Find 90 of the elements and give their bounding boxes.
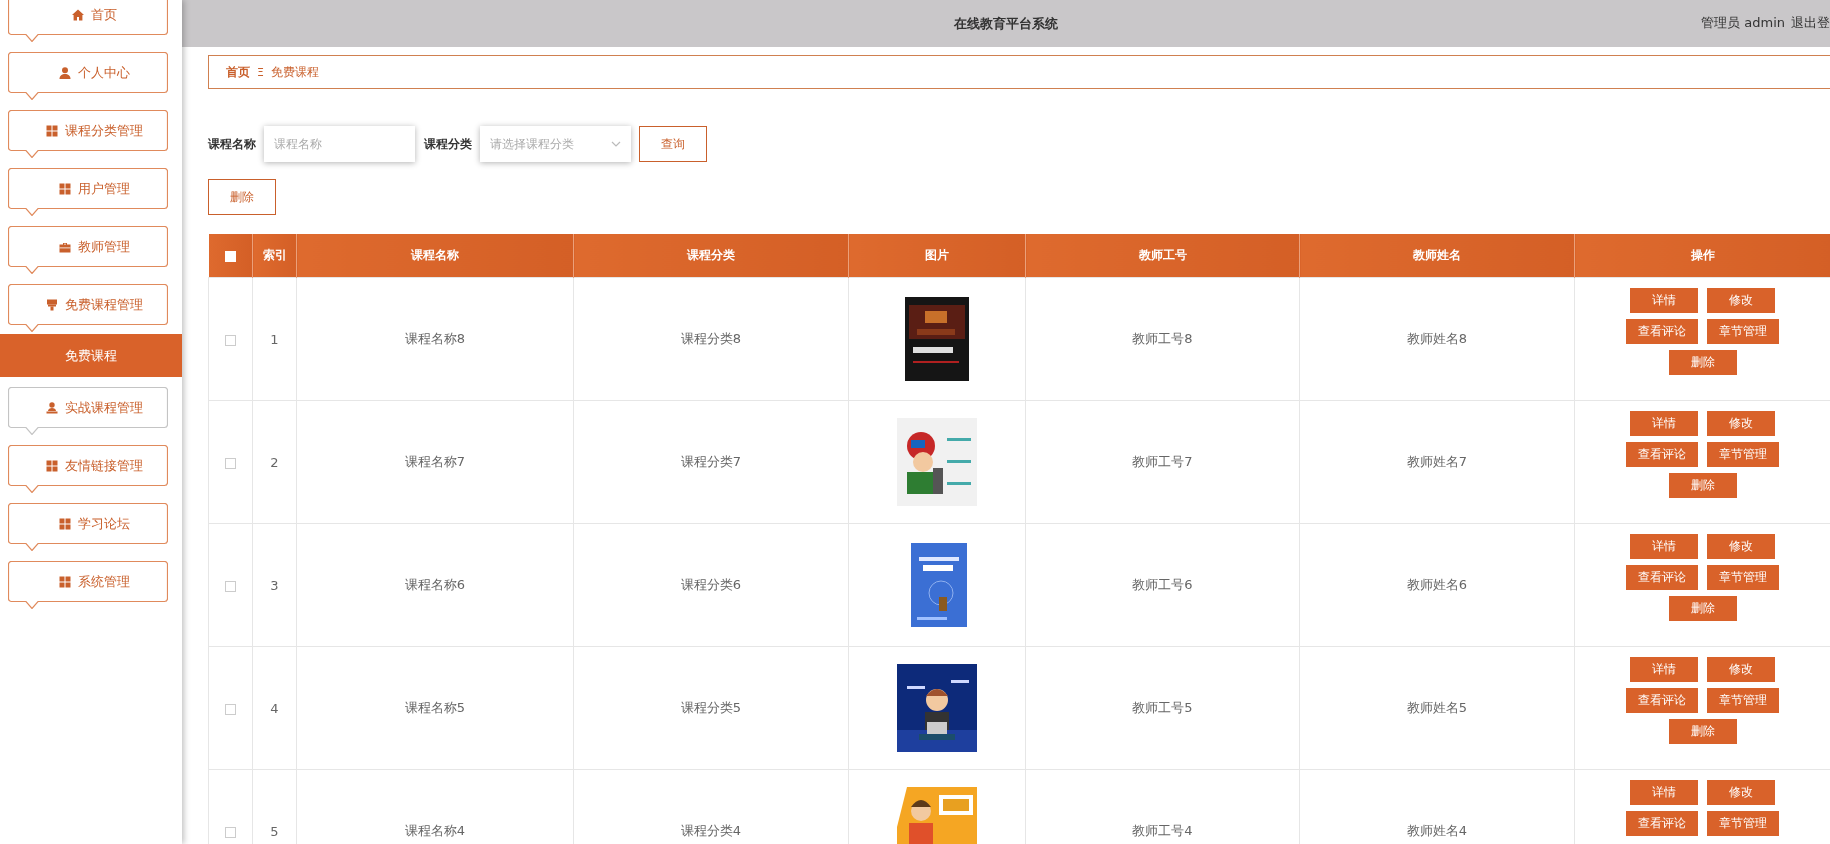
action-button[interactable]: 详情: [1630, 411, 1698, 436]
table-cell: 教师姓名8: [1299, 277, 1575, 401]
action-button[interactable]: 章节管理: [1707, 319, 1779, 344]
sidebar-item[interactable]: 课程分类管理: [8, 110, 168, 158]
column-header: 教师姓名: [1299, 234, 1575, 278]
action-button[interactable]: 详情: [1630, 657, 1698, 682]
stamp-icon: [45, 298, 58, 311]
action-button[interactable]: 查看评论: [1626, 319, 1698, 344]
table-cell: 教师工号7: [1025, 400, 1300, 524]
table-cell: 1: [252, 277, 297, 401]
action-button[interactable]: 修改: [1707, 534, 1775, 559]
action-button[interactable]: 删除: [1668, 719, 1737, 744]
table-cell: 教师工号8: [1025, 277, 1300, 401]
chevron-icon: [611, 141, 621, 147]
window-title: 在线教育平台系统: [954, 14, 1058, 33]
table-cell: 课程名称8: [296, 277, 574, 401]
column-header: 课程名称: [296, 234, 574, 278]
home-icon: [71, 8, 84, 21]
column-header: 课程分类: [573, 234, 849, 278]
field-label: 课程分类: [424, 135, 472, 153]
sidebar-item[interactable]: 个人中心: [8, 52, 168, 100]
action-button[interactable]: 详情: [1630, 780, 1698, 805]
column-header: 图片: [848, 234, 1026, 278]
search-field[interactable]: 课程名称: [264, 126, 415, 162]
table-cell: 课程名称5: [296, 646, 574, 770]
action-button[interactable]: 删除: [1668, 350, 1737, 375]
grid-icon: [45, 459, 58, 472]
table-cell: 课程名称7: [296, 400, 574, 524]
table-cell: 课程名称6: [296, 523, 574, 647]
person-icon: [58, 66, 71, 79]
table-cell: 课程分类8: [573, 277, 849, 401]
table-cell: 2: [252, 400, 297, 524]
action-button[interactable]: 详情: [1630, 534, 1698, 559]
briefcase-icon: [58, 240, 71, 253]
action-button[interactable]: 章节管理: [1707, 688, 1779, 713]
table-cell: 教师姓名6: [1299, 523, 1575, 647]
grid-icon: [58, 575, 71, 588]
breadcrumb-current: 免费课程: [270, 63, 319, 81]
action-button[interactable]: 修改: [1707, 657, 1775, 682]
table-cell: 课程分类5: [573, 646, 849, 770]
checkbox[interactable]: [225, 580, 236, 592]
action-button[interactable]: 查看评论: [1626, 565, 1698, 590]
action-button[interactable]: 修改: [1707, 411, 1775, 436]
person-icon: [45, 401, 58, 414]
column-header: 教师工号: [1025, 234, 1300, 278]
action-button[interactable]: 删除: [1668, 473, 1737, 498]
table-cell: 课程分类7: [573, 400, 849, 524]
delete-button[interactable]: 删除: [208, 179, 276, 215]
checkbox[interactable]: [225, 457, 236, 469]
user-label: 管理员 admin: [1701, 14, 1785, 32]
breadcrumb-separator: Ξ: [257, 65, 264, 79]
sidebar-item[interactable]: 友情链接管理: [8, 445, 168, 493]
query-button[interactable]: 查询: [639, 126, 707, 162]
table-cell: 4: [252, 646, 297, 770]
sidebar-item[interactable]: 免费课程管理: [8, 284, 168, 332]
action-button[interactable]: 章节管理: [1707, 811, 1779, 836]
sidebar-item[interactable]: 教师管理: [8, 226, 168, 274]
column-header: 索引: [252, 234, 297, 278]
action-button[interactable]: 章节管理: [1707, 565, 1779, 590]
sidebar-item[interactable]: 学习论坛: [8, 503, 168, 551]
table-cell: 教师工号5: [1025, 646, 1300, 770]
sidebar-subitem[interactable]: 免费课程: [0, 334, 182, 377]
grid-icon: [45, 124, 58, 137]
breadcrumb-link[interactable]: 首页: [226, 63, 250, 81]
action-button[interactable]: 详情: [1630, 288, 1698, 313]
action-button[interactable]: 查看评论: [1626, 811, 1698, 836]
table-cell: 3: [252, 523, 297, 647]
action-button[interactable]: 章节管理: [1707, 442, 1779, 467]
logout-link[interactable]: 退出登: [1791, 14, 1830, 32]
checkbox[interactable]: [225, 334, 236, 346]
category-select[interactable]: 请选择课程分类: [480, 126, 631, 162]
column-header: 操作: [1574, 234, 1830, 278]
checkbox[interactable]: [225, 826, 236, 838]
field-label: 课程名称: [208, 135, 256, 153]
checkbox[interactable]: [225, 703, 236, 715]
action-button[interactable]: 修改: [1707, 780, 1775, 805]
table-cell: 教师姓名7: [1299, 400, 1575, 524]
table-cell: 教师工号6: [1025, 523, 1300, 647]
action-button[interactable]: 删除: [1668, 596, 1737, 621]
action-button[interactable]: 查看评论: [1626, 442, 1698, 467]
grid-icon: [58, 517, 71, 530]
sidebar-item[interactable]: 用户管理: [8, 168, 168, 216]
action-button[interactable]: 查看评论: [1626, 688, 1698, 713]
sidebar-item[interactable]: 首页: [8, 0, 168, 42]
action-button[interactable]: 修改: [1707, 288, 1775, 313]
grid-icon: [58, 182, 71, 195]
sidebar-item[interactable]: 系统管理: [8, 561, 168, 609]
sidebar-item[interactable]: 实战课程管理: [8, 387, 168, 435]
table-cell: 课程分类6: [573, 523, 849, 647]
table-cell: 教师姓名5: [1299, 646, 1575, 770]
